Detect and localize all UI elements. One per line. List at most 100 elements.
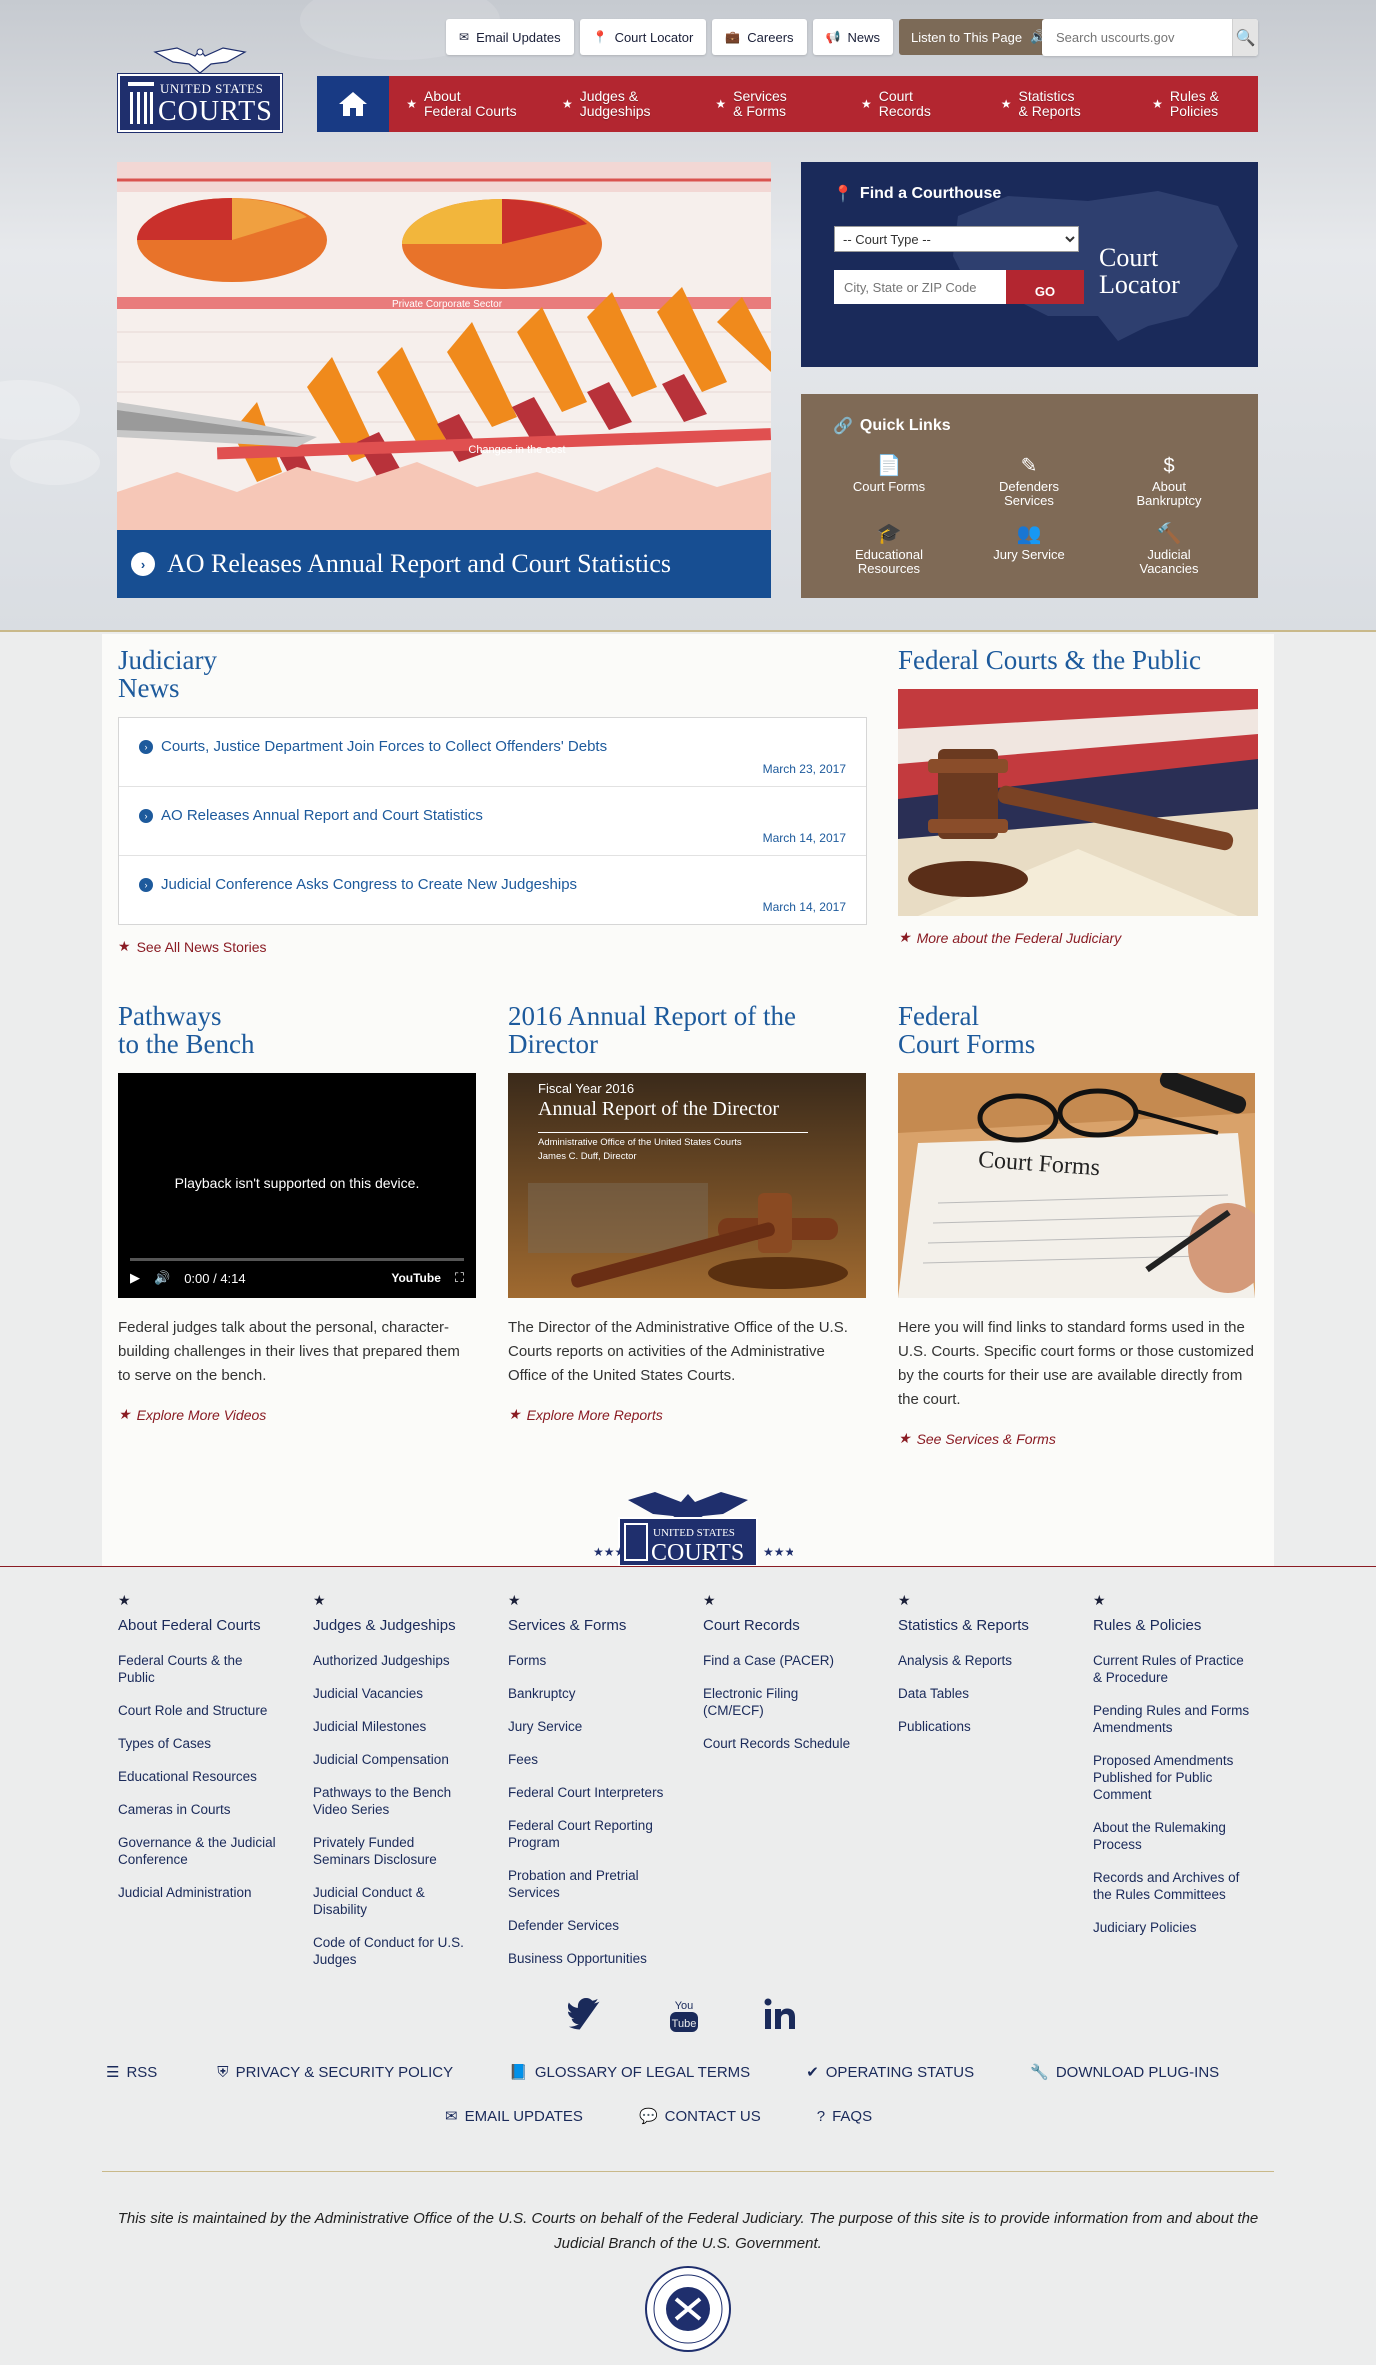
footer-link[interactable]: Judicial Compensation bbox=[313, 1751, 493, 1768]
faqs-link[interactable]: ? FAQS bbox=[817, 2107, 872, 2125]
footer-link[interactable]: Federal Court Reporting Program bbox=[508, 1817, 688, 1851]
footer-heading[interactable]: Judges & Judgeships bbox=[313, 1617, 493, 1634]
footer-link[interactable]: Probation and Pretrial Services bbox=[508, 1867, 688, 1901]
nav-rules-policies[interactable]: ★ Rules & Policies bbox=[1113, 76, 1258, 132]
site-logo[interactable]: UNITED STATES COURTS bbox=[117, 46, 283, 133]
footer-link[interactable]: Business Opportunities bbox=[508, 1950, 688, 1967]
footer-link[interactable]: Court Records Schedule bbox=[703, 1735, 883, 1752]
feature-caption[interactable]: › AO Releases Annual Report and Court St… bbox=[117, 530, 771, 598]
see-all-news-link[interactable]: ★ See All News Stories bbox=[118, 938, 267, 955]
nav-statistics-reports[interactable]: ★ Statistics & Reports bbox=[968, 76, 1113, 132]
feature-slide[interactable]: Private Corporate Sector Changes in the … bbox=[117, 162, 771, 598]
fullscreen-icon[interactable]: ⛶ bbox=[455, 1270, 464, 1286]
footer-link[interactable]: Cameras in Courts bbox=[118, 1801, 298, 1818]
quick-link-about-bankruptcy[interactable]: $ About Bankruptcy bbox=[1099, 454, 1239, 508]
go-button[interactable]: GO bbox=[1006, 270, 1084, 304]
rss-link[interactable]: ☰ RSS bbox=[106, 2063, 157, 2082]
footer-heading[interactable]: About Federal Courts bbox=[118, 1617, 298, 1634]
footer-link[interactable]: About the Rulemaking Process bbox=[1093, 1819, 1273, 1853]
annual-report-image[interactable]: Fiscal Year 2016 Annual Report of the Di… bbox=[508, 1073, 866, 1298]
footer-link[interactable]: Judicial Milestones bbox=[313, 1718, 493, 1735]
footer-logo[interactable]: ★★★ ★★★ UNITED STATES COURTS bbox=[583, 1492, 795, 1567]
volume-icon[interactable]: 🔊 bbox=[154, 1270, 170, 1286]
star-icon: ★ bbox=[898, 1592, 911, 1608]
footer-link[interactable]: Records and Archives of the Rules Commit… bbox=[1093, 1869, 1273, 1903]
footer-link[interactable]: Forms bbox=[508, 1652, 688, 1669]
operating-status-link[interactable]: ✔ OPERATING STATUS bbox=[806, 2063, 974, 2082]
news-item[interactable]: › Courts, Justice Department Join Forces … bbox=[119, 718, 866, 787]
listen-button[interactable]: Listen to This Page 🔊 bbox=[899, 19, 1059, 55]
footer-link[interactable]: Code of Conduct for U.S. Judges bbox=[313, 1934, 493, 1968]
quick-link-court-forms[interactable]: 📄 Court Forms bbox=[819, 454, 959, 508]
youtube-icon[interactable]: You Tube bbox=[668, 1998, 700, 2034]
explore-reports-link[interactable]: ★ Explore More Reports bbox=[508, 1406, 663, 1423]
footer-link[interactable]: Fees bbox=[508, 1751, 688, 1768]
footer-link[interactable]: Educational Resources bbox=[118, 1768, 298, 1785]
youtube-icon[interactable]: YouTube bbox=[391, 1271, 441, 1285]
quick-link-educational-resources[interactable]: 🎓 Educational Resources bbox=[819, 522, 959, 576]
footer-link[interactable]: Pending Rules and Forms Amendments bbox=[1093, 1702, 1273, 1736]
footer-link[interactable]: Electronic Filing (CM/ECF) bbox=[703, 1685, 883, 1719]
news-item[interactable]: › Judicial Conference Asks Congress to Cr… bbox=[119, 856, 866, 925]
search-button[interactable]: 🔍 bbox=[1232, 19, 1258, 56]
document-icon: 📄 bbox=[876, 455, 902, 477]
court-locator-button[interactable]: 📍 Court Locator bbox=[579, 19, 707, 55]
footer-link[interactable]: Judicial Vacancies bbox=[313, 1685, 493, 1702]
footer-link[interactable]: Current Rules of Practice & Procedure bbox=[1093, 1652, 1273, 1686]
footer-link[interactable]: Court Role and Structure bbox=[118, 1702, 298, 1719]
more-about-judiciary-link[interactable]: ★ More about the Federal Judiciary bbox=[898, 929, 1121, 946]
video-player[interactable]: Playback isn't supported on this device.… bbox=[118, 1073, 476, 1298]
footer-link[interactable]: Judicial Conduct & Disability bbox=[313, 1884, 493, 1918]
footer-link[interactable]: Judicial Administration bbox=[118, 1884, 298, 1901]
footer-link[interactable]: Privately Funded Seminars Disclosure bbox=[313, 1834, 493, 1868]
footer-link[interactable]: Judiciary Policies bbox=[1093, 1919, 1273, 1936]
explore-videos-link[interactable]: ★ Explore More Videos bbox=[118, 1406, 266, 1423]
quick-link-defenders-services[interactable]: ✎ Defenders Services bbox=[959, 454, 1099, 508]
nav-judges-judgeships[interactable]: ★ Judges & Judgeships bbox=[534, 76, 679, 132]
download-plugins-link[interactable]: 🔧 DOWNLOAD PLUG-INS bbox=[1030, 2063, 1219, 2082]
search-input[interactable] bbox=[1042, 19, 1232, 56]
news-button[interactable]: 📢 News bbox=[812, 19, 893, 55]
nav-court-records[interactable]: ★ Court Records bbox=[823, 76, 968, 132]
footer-link[interactable]: Pathways to the Bench Video Series bbox=[313, 1784, 493, 1818]
footer-link[interactable]: Authorized Judgeships bbox=[313, 1652, 493, 1669]
quick-link-jury-service[interactable]: 👥 Jury Service bbox=[959, 522, 1099, 576]
logo-line2: COURTS bbox=[158, 96, 273, 127]
footer-link[interactable]: Publications bbox=[898, 1718, 1078, 1735]
home-button[interactable] bbox=[317, 76, 389, 132]
footer-link[interactable]: Federal Courts & the Public bbox=[118, 1652, 298, 1686]
footer-heading[interactable]: Rules & Policies bbox=[1093, 1617, 1273, 1634]
nav-about-federal-courts[interactable]: ★ About Federal Courts bbox=[389, 76, 534, 132]
footer-link[interactable]: Jury Service bbox=[508, 1718, 688, 1735]
privacy-link[interactable]: ⛨ PRIVACY & SECURITY POLICY bbox=[217, 2063, 453, 2081]
email-updates-button[interactable]: ✉ Email Updates bbox=[446, 19, 574, 55]
quick-link-judicial-vacancies[interactable]: 🔨 Judicial Vacancies bbox=[1099, 522, 1239, 576]
footer-link[interactable]: Find a Case (PACER) bbox=[703, 1652, 883, 1669]
nav-services-forms[interactable]: ★ Services & Forms bbox=[679, 76, 824, 132]
linkedin-icon[interactable] bbox=[764, 1998, 796, 2030]
footer-link[interactable]: Governance & the Judicial Conference bbox=[118, 1834, 298, 1868]
twitter-icon[interactable] bbox=[568, 1998, 604, 2030]
zip-code-input[interactable] bbox=[834, 270, 1006, 304]
glossary-link[interactable]: 📘 GLOSSARY OF LEGAL TERMS bbox=[509, 2063, 750, 2082]
gavel-image[interactable] bbox=[898, 689, 1258, 916]
footer-link[interactable]: Defender Services bbox=[508, 1917, 688, 1934]
see-services-forms-link[interactable]: ★ See Services & Forms bbox=[898, 1430, 1056, 1447]
footer-link[interactable]: Data Tables bbox=[898, 1685, 1078, 1702]
footer-heading[interactable]: Statistics & Reports bbox=[898, 1617, 1078, 1634]
contact-us-link[interactable]: 💬 CONTACT US bbox=[639, 2107, 761, 2126]
careers-button[interactable]: 💼 Careers bbox=[712, 19, 807, 55]
footer-link[interactable]: Federal Court Interpreters bbox=[508, 1784, 688, 1801]
footer-link[interactable]: Analysis & Reports bbox=[898, 1652, 1078, 1669]
video-progress-bar[interactable] bbox=[130, 1258, 464, 1261]
court-forms-image[interactable]: Court Forms bbox=[898, 1073, 1255, 1298]
footer-link[interactable]: Proposed Amendments Published for Public… bbox=[1093, 1752, 1273, 1803]
play-icon[interactable]: ▶ bbox=[130, 1270, 140, 1286]
footer-heading[interactable]: Services & Forms bbox=[508, 1617, 688, 1634]
news-item[interactable]: › AO Releases Annual Report and Court Sta… bbox=[119, 787, 866, 856]
footer-link[interactable]: Types of Cases bbox=[118, 1735, 298, 1752]
court-type-select[interactable]: -- Court Type -- bbox=[834, 226, 1079, 252]
footer-heading[interactable]: Court Records bbox=[703, 1617, 883, 1634]
email-updates-link[interactable]: ✉ EMAIL UPDATES bbox=[445, 2107, 583, 2126]
footer-link[interactable]: Bankruptcy bbox=[508, 1685, 688, 1702]
